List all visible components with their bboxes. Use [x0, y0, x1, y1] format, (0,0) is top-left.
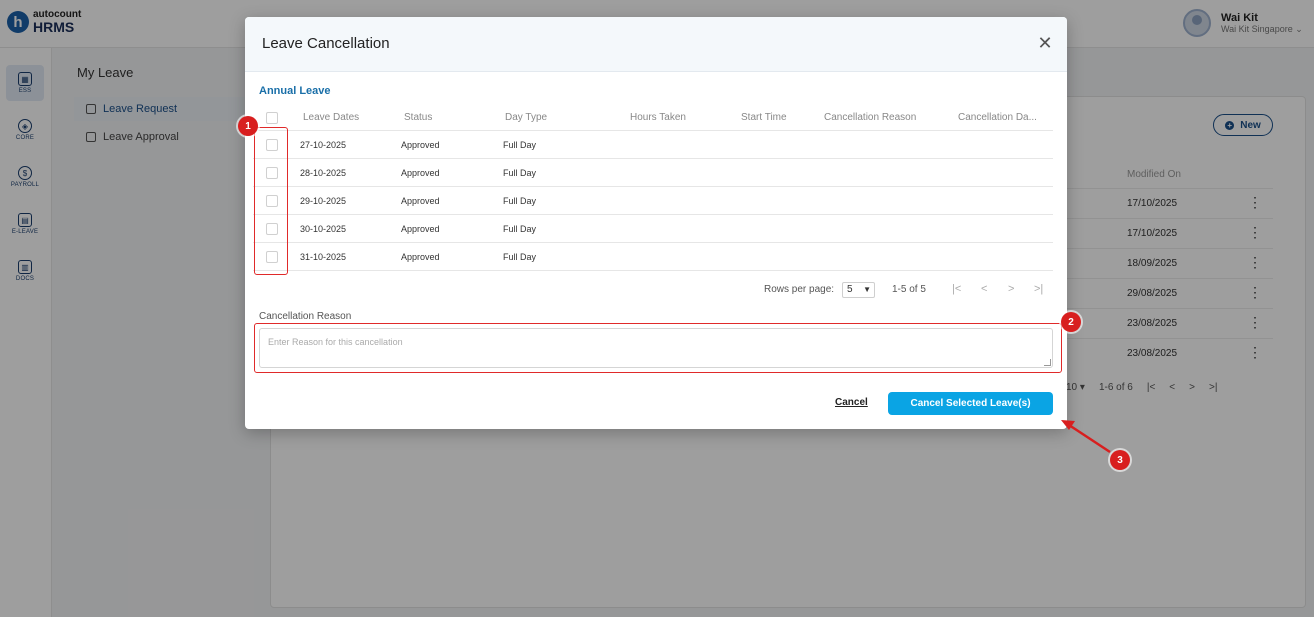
day-type: Full Day	[503, 168, 537, 178]
caret-down-icon: ▼	[863, 285, 871, 294]
day-type: Full Day	[503, 224, 537, 234]
cancel-selected-leaves-button[interactable]: Cancel Selected Leave(s)	[888, 392, 1053, 415]
leave-status: Approved	[401, 196, 440, 206]
col-day-type[interactable]: Day Type	[505, 112, 547, 123]
rows-per-page-select[interactable]: 5 ▼	[842, 282, 875, 298]
leave-date: 27-10-2025	[300, 140, 347, 150]
leave-date: 28-10-2025	[300, 168, 347, 178]
table-row[interactable]: 29-10-2025 Approved Full Day	[253, 187, 1053, 215]
leave-status: Approved	[401, 252, 440, 262]
cancel-button[interactable]: Cancel	[835, 397, 868, 408]
annotation-marker: 1	[238, 116, 258, 136]
last-page-icon[interactable]: >|	[1034, 283, 1043, 295]
dialog-header: Leave Cancellation ✕	[245, 17, 1067, 72]
table-row[interactable]: 28-10-2025 Approved Full Day	[253, 159, 1053, 187]
first-page-icon[interactable]: |<	[952, 283, 961, 295]
cancellation-reason-label: Cancellation Reason	[259, 311, 352, 322]
leave-date: 29-10-2025	[300, 196, 347, 206]
col-leave-dates[interactable]: Leave Dates	[303, 112, 359, 123]
col-status[interactable]: Status	[404, 112, 432, 123]
prev-page-icon[interactable]: <	[981, 283, 987, 295]
pagination-range: 1-5 of 5	[892, 284, 926, 295]
leave-date: 30-10-2025	[300, 224, 347, 234]
leave-status: Approved	[401, 168, 440, 178]
annotation-marker: 2	[1061, 312, 1081, 332]
day-type: Full Day	[503, 140, 537, 150]
annotation-marker: 3	[1110, 450, 1130, 470]
leave-status: Approved	[401, 140, 440, 150]
leave-date: 31-10-2025	[300, 252, 347, 262]
col-cancellation-reason[interactable]: Cancellation Reason	[824, 112, 916, 123]
annotation-box-checkboxes	[254, 127, 288, 275]
day-type: Full Day	[503, 196, 537, 206]
next-page-icon[interactable]: >	[1008, 283, 1014, 295]
leave-status: Approved	[401, 224, 440, 234]
col-hours-taken[interactable]: Hours Taken	[630, 112, 686, 123]
col-start-time[interactable]: Start Time	[741, 112, 787, 123]
table-header: Leave Dates Status Day Type Hours Taken …	[253, 105, 1053, 131]
section-title: Annual Leave	[259, 85, 331, 97]
dialog-title: Leave Cancellation	[262, 35, 390, 52]
rows-per-page-label: Rows per page:	[764, 284, 835, 295]
close-icon[interactable]: ✕	[1037, 34, 1053, 52]
table-row[interactable]: 30-10-2025 Approved Full Day	[253, 215, 1053, 243]
day-type: Full Day	[503, 252, 537, 262]
select-all-checkbox[interactable]	[266, 112, 278, 124]
table-row[interactable]: 27-10-2025 Approved Full Day	[253, 131, 1053, 159]
col-cancellation-date[interactable]: Cancellation Da...	[958, 112, 1037, 123]
table-row[interactable]: 31-10-2025 Approved Full Day	[253, 243, 1053, 271]
annotation-box-reason	[254, 323, 1062, 373]
